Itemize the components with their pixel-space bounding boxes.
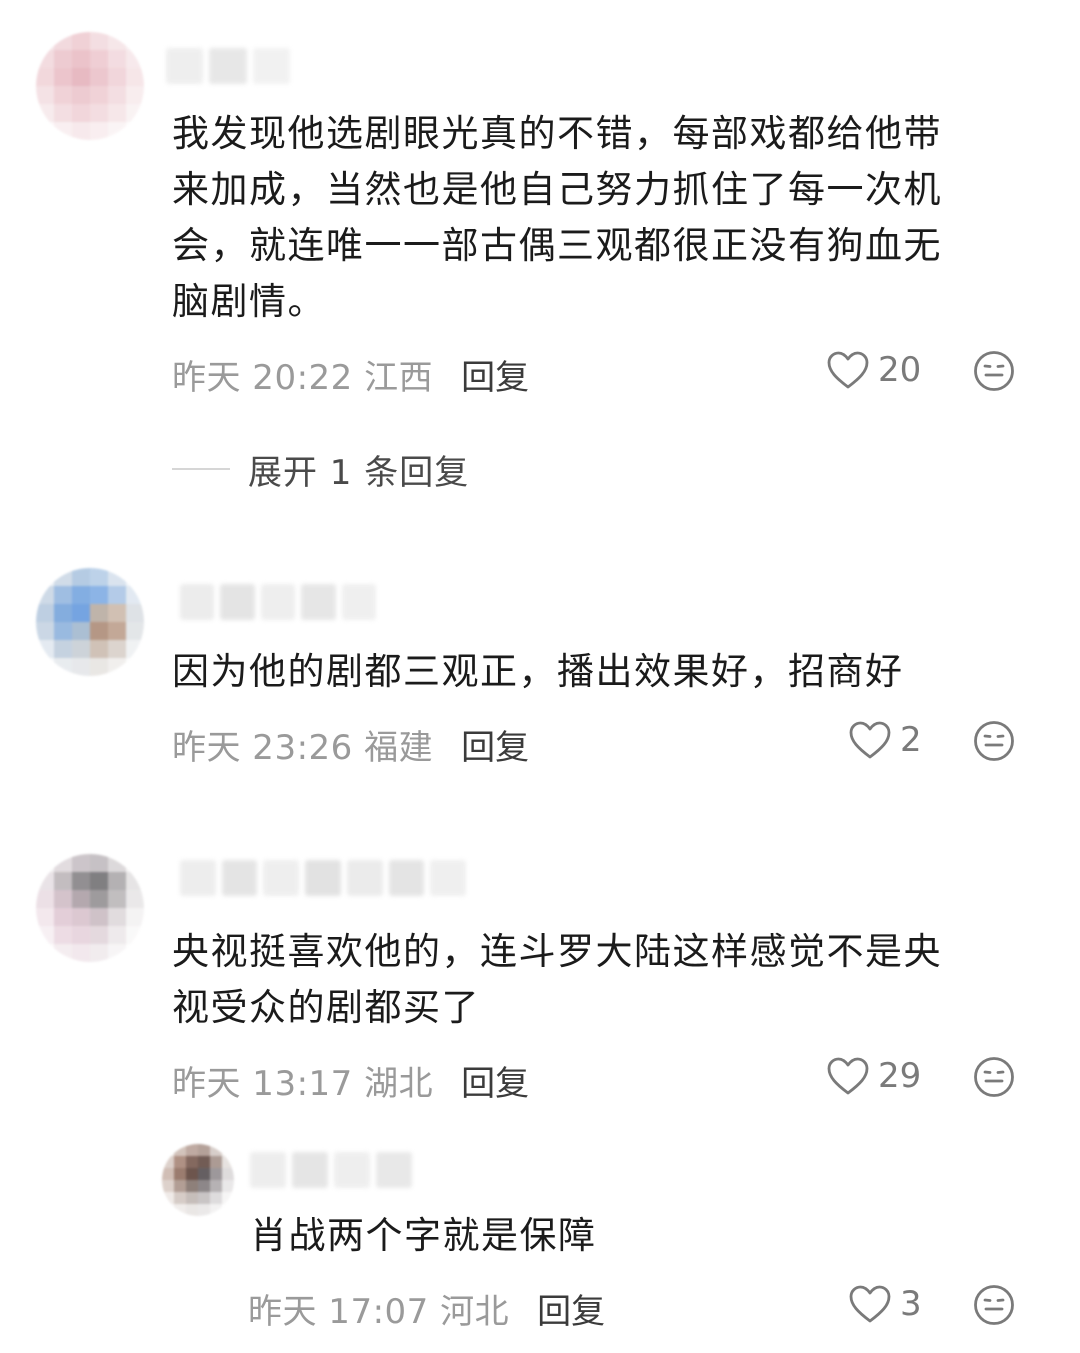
avatar[interactable] <box>36 854 144 962</box>
reply-item: 肖战两个字就是保障 昨天 17:07 河北 回复 3 <box>0 1130 1080 1353</box>
like-button[interactable]: 29 <box>826 1054 921 1098</box>
username-blurred[interactable] <box>180 584 377 620</box>
like-button[interactable]: 20 <box>826 348 921 392</box>
comment-meta: 昨天 20:22 江西 回复 <box>172 350 529 399</box>
comment-meta: 昨天 13:17 湖北 回复 <box>172 1056 529 1105</box>
meh-face-icon[interactable] <box>973 720 1015 762</box>
divider-line <box>172 468 230 470</box>
comment-time-location: 昨天 13:17 湖北 <box>172 1063 434 1104</box>
like-button[interactable]: 2 <box>848 718 922 762</box>
username-blurred[interactable] <box>180 860 467 896</box>
like-count: 3 <box>900 1284 922 1324</box>
heart-outline-icon <box>849 721 891 759</box>
comment-meta: 昨天 17:07 河北 回复 <box>248 1284 605 1333</box>
avatar[interactable] <box>36 568 144 676</box>
like-count: 2 <box>900 720 922 760</box>
comment-time-location: 昨天 20:22 江西 <box>172 357 434 398</box>
comment-time-location: 昨天 17:07 河北 <box>248 1291 510 1332</box>
comment-item: 我发现他选剧眼光真的不错，每部戏都给他带 来加成，当然也是他自己努力抓住了每一次… <box>0 0 1080 520</box>
comment-text: 因为他的剧都三观正，播出效果好，招商好 <box>172 650 904 693</box>
reply-button[interactable]: 回复 <box>461 720 529 769</box>
like-count: 29 <box>878 1056 922 1096</box>
expand-replies-label: 展开 1 条回复 <box>248 452 470 493</box>
meh-face-icon[interactable] <box>973 1284 1015 1326</box>
comment-item: 因为他的剧都三观正，播出效果好，招商好 昨天 23:26 福建 回复 2 <box>0 540 1080 800</box>
meh-face-icon[interactable] <box>973 350 1015 392</box>
comment-text: 央视挺喜欢他的，连斗罗大陆这样感觉不是央 视受众的剧都买了 <box>172 930 942 1029</box>
comment-text: 肖战两个字就是保障 <box>250 1214 597 1257</box>
username-blurred[interactable] <box>166 48 290 84</box>
reply-button[interactable]: 回复 <box>461 350 529 399</box>
like-count: 20 <box>878 350 922 390</box>
avatar[interactable] <box>162 1144 234 1216</box>
reply-button[interactable]: 回复 <box>537 1284 605 1333</box>
comment-time-location: 昨天 23:26 福建 <box>172 727 434 768</box>
like-button[interactable]: 3 <box>848 1282 922 1326</box>
comment-text: 我发现他选剧眼光真的不错，每部戏都给他带 来加成，当然也是他自己努力抓住了每一次… <box>172 112 942 323</box>
expand-replies-button[interactable]: 展开 1 条回复 <box>172 446 470 493</box>
meh-face-icon[interactable] <box>973 1056 1015 1098</box>
heart-outline-icon <box>849 1285 891 1323</box>
avatar[interactable] <box>36 32 144 140</box>
comment-meta: 昨天 23:26 福建 回复 <box>172 720 529 769</box>
comment-item: 央视挺喜欢他的，连斗罗大陆这样感觉不是央 视受众的剧都买了 昨天 13:17 湖… <box>0 830 1080 1353</box>
username-blurred[interactable] <box>250 1152 412 1188</box>
heart-outline-icon <box>827 1057 869 1095</box>
heart-outline-icon <box>827 351 869 389</box>
reply-button[interactable]: 回复 <box>461 1056 529 1105</box>
